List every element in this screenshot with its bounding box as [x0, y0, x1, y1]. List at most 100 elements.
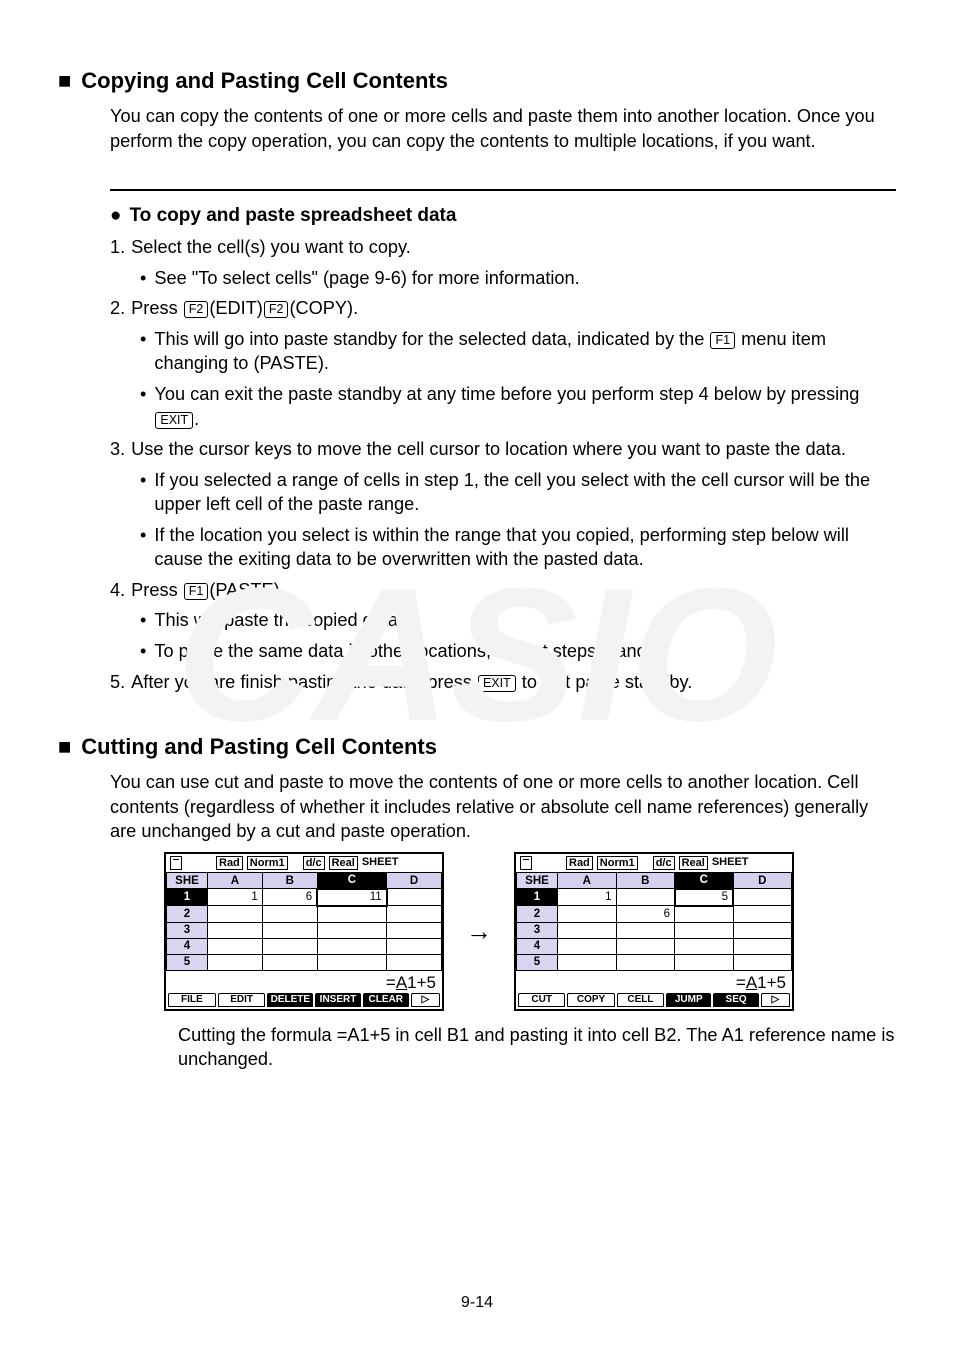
softkey-clear: CLEAR: [363, 993, 409, 1007]
col-header-c: C: [317, 872, 387, 889]
spreadsheet-grid: SHE A B C D 1 1 6 11 2 3 4 5: [166, 872, 442, 971]
step-number: 2.: [110, 296, 125, 321]
col-header-c: C: [675, 872, 734, 889]
cell-d1: [733, 889, 792, 906]
cell-b1: 6: [262, 889, 317, 906]
step-subtext: To paste the same data in other location…: [154, 639, 667, 664]
badge-real: Real: [329, 856, 358, 870]
col-header-a: A: [558, 872, 617, 889]
row-header-4: 4: [517, 938, 558, 954]
badge-dc: d/c: [303, 856, 325, 870]
sheet-label: SHEET: [362, 856, 399, 870]
corner-header: SHE: [517, 872, 558, 889]
step-subtext: This will go into paste standby for the …: [154, 327, 896, 376]
text-fragment: This will go into paste standby for the …: [154, 329, 709, 349]
key-f2: F2: [184, 301, 209, 318]
softkey-copy: COPY: [567, 993, 614, 1007]
step-2: 2. Press F2(EDIT)F2(COPY).: [110, 296, 896, 321]
doc-icon: [170, 856, 182, 870]
softkey-delete: DELETE: [267, 993, 313, 1007]
spacer: [292, 856, 299, 870]
softkey-jump: JUMP: [666, 993, 711, 1007]
softkey-edit: EDIT: [218, 993, 266, 1007]
step-3: 3. Use the cursor keys to move the cell …: [110, 437, 896, 462]
step-3-sub2: • If the location you select is within t…: [140, 523, 896, 572]
step-text: Press F1(PASTE).: [131, 578, 285, 603]
step-text: Use the cursor keys to move the cell cur…: [131, 437, 846, 462]
key-f1: F1: [184, 583, 209, 600]
step-number: 3.: [110, 437, 125, 462]
status-badges: Rad Norm1 d/c Real SHEET: [216, 856, 399, 870]
badge-norm1: Norm1: [597, 856, 638, 870]
cell-a2: [558, 906, 617, 923]
softkey-row: CUT COPY CELL JUMP SEQ ▷: [516, 993, 792, 1009]
spacer: [642, 856, 649, 870]
row-header-5: 5: [167, 954, 208, 970]
key-f1: F1: [710, 332, 735, 349]
text-fragment: (COPY).: [289, 298, 358, 318]
section-title: Cutting and Pasting Cell Contents: [81, 734, 437, 760]
step-text: Press F2(EDIT)F2(COPY).: [131, 296, 358, 321]
bullet-dot: ●: [110, 205, 121, 227]
col-header-d: D: [387, 872, 442, 889]
formula-bar: =A1+5: [516, 971, 792, 993]
step-subtext: This will paste the copied data.: [154, 608, 403, 633]
text-fragment: to exit paste standby.: [517, 672, 693, 692]
softkey-file: FILE: [168, 993, 216, 1007]
cell-b2: 6: [616, 906, 675, 923]
cell-c1-selected: 11: [317, 889, 387, 906]
status-bar: Rad Norm1 d/c Real SHEET: [166, 854, 442, 872]
cell-b1: [616, 889, 675, 906]
bullet: •: [140, 523, 146, 572]
cell-c2: [675, 906, 734, 923]
section1-intro: You can copy the contents of one or more…: [110, 104, 896, 153]
status-badges: Rad Norm1 d/c Real SHEET: [566, 856, 749, 870]
step-subtext: You can exit the paste standby at any ti…: [154, 382, 896, 431]
text-fragment: .: [194, 409, 199, 429]
row-header-1: 1: [517, 889, 558, 906]
row-header-2: 2: [167, 906, 208, 923]
text-fragment: (PASTE).: [209, 580, 284, 600]
figure-caption: Cutting the formula =A1+5 in cell B1 and…: [178, 1023, 896, 1072]
corner-header: SHE: [167, 872, 208, 889]
bullet: •: [140, 608, 146, 633]
sheet-label: SHEET: [712, 856, 749, 870]
bullet: •: [140, 468, 146, 517]
step-1: 1. Select the cell(s) you want to copy.: [110, 235, 896, 260]
calc-screen-after: Rad Norm1 d/c Real SHEET SHE A B C D 1: [514, 852, 794, 1011]
row-header-3: 3: [167, 922, 208, 938]
step-3-sub1: • If you selected a range of cells in st…: [140, 468, 896, 517]
badge-real: Real: [679, 856, 708, 870]
step-number: 4.: [110, 578, 125, 603]
cell-d1: [387, 889, 442, 906]
softkey-insert: INSERT: [315, 993, 361, 1007]
badge-rad: Rad: [216, 856, 243, 870]
step-text: Select the cell(s) you want to copy.: [131, 235, 411, 260]
key-f2: F2: [264, 301, 289, 318]
square-bullet: ■: [58, 70, 71, 92]
section-heading-cutting: ■ Cutting and Pasting Cell Contents: [58, 734, 896, 760]
subsection-heading: ● To copy and paste spreadsheet data: [110, 205, 896, 227]
badge-norm1: Norm1: [247, 856, 288, 870]
cell-a1: 1: [558, 889, 617, 906]
step-subtext: See "To select cells" (page 9-6) for mor…: [154, 266, 579, 291]
softkey-seq: SEQ: [713, 993, 758, 1007]
bullet: •: [140, 266, 146, 291]
subsection-title: To copy and paste spreadsheet data: [129, 205, 456, 227]
row-header-5: 5: [517, 954, 558, 970]
badge-rad: Rad: [566, 856, 593, 870]
row-header-3: 3: [517, 922, 558, 938]
section2-intro: You can use cut and paste to move the co…: [110, 770, 896, 844]
text-fragment: After you are finish pasting the data, p…: [131, 672, 477, 692]
arrow-right-icon: →: [466, 916, 492, 947]
step-text: After you are finish pasting the data, p…: [131, 670, 692, 695]
row-header-4: 4: [167, 938, 208, 954]
text-fragment: Press: [131, 580, 183, 600]
col-header-b: B: [262, 872, 317, 889]
doc-icon: [520, 856, 532, 870]
bullet: •: [140, 382, 146, 431]
text-fragment: You can exit the paste standby at any ti…: [154, 384, 859, 404]
softkey-row: FILE EDIT DELETE INSERT CLEAR ▷: [166, 993, 442, 1009]
step-2-sub1: • This will go into paste standby for th…: [140, 327, 896, 376]
cell-a1: 1: [208, 889, 263, 906]
